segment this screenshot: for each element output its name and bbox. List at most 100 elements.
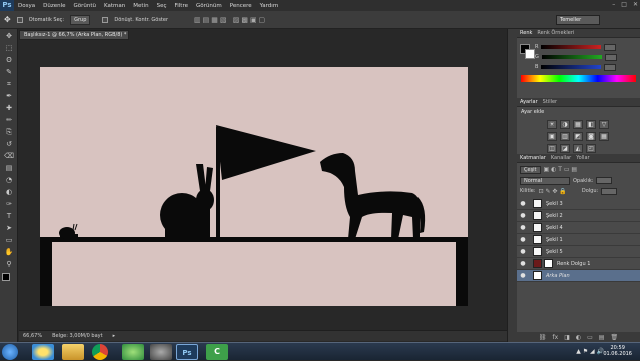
adjustment-icon[interactable]: ◩ [573,132,583,141]
start-button[interactable] [2,344,18,360]
workspace-select[interactable]: Temeller [556,15,600,25]
lock-icons[interactable]: ⊡ ✎ ✥ 🔒 [539,188,567,195]
tab-adjustments[interactable]: Ayarlar [520,99,538,105]
menu-item[interactable]: Görüntü [69,3,100,9]
adjustment-icon[interactable]: ▦ [599,132,609,141]
healing-tool-icon[interactable]: ✚ [2,103,16,113]
type-tool-icon[interactable]: T [2,211,16,221]
zoom-level[interactable]: 66,67% [23,333,42,339]
channel-value[interactable] [604,53,617,61]
layer-row[interactable]: ● Renk Dolgu 1 [517,258,640,270]
zoom-tool-icon[interactable]: ⚲ [2,259,16,269]
history-brush-tool-icon[interactable]: ↺ [2,139,16,149]
layer-filter-dropdown[interactable]: Çeşit [520,165,541,174]
adjustment-icon[interactable]: ▥ [560,132,570,141]
layer-row[interactable]: ● Şekil 4 [517,222,640,234]
lasso-tool-icon[interactable]: ʘ [2,55,16,65]
dodge-tool-icon[interactable]: ◐ [2,187,16,197]
move-tool-icon[interactable]: ✥ [2,31,16,41]
document-tab[interactable]: Başlıksız-1 @ 66,7% (Arka Plan, RGB/8) *… [19,30,129,47]
hand-tool-icon[interactable]: ✋ [2,247,16,257]
gradient-tool-icon[interactable]: ▤ [2,163,16,173]
clock[interactable]: 20:59 01.06.2016 [603,345,632,357]
align-icons[interactable]: ▥▤▦▧ ▨▩▣▢ [194,16,267,24]
visibility-eye-icon[interactable]: ● [517,200,529,207]
adjustment-icon[interactable]: ◙ [586,132,596,141]
transform-controls-checkbox[interactable] [102,16,109,23]
layers-footer-icon[interactable]: ▤ [599,334,605,341]
opacity-field[interactable] [596,177,613,184]
layer-row[interactable]: ● Şekil 5 [517,246,640,258]
adjustment-icon[interactable]: ◰ [586,144,596,153]
tab-layers[interactable]: Katmanlar [520,155,546,161]
layers-footer-icon[interactable]: ⛓ [539,334,547,341]
visibility-eye-icon[interactable]: ● [517,224,529,231]
layers-footer-icon[interactable]: fx [553,334,559,341]
color-swatches[interactable] [2,273,15,289]
layer-row[interactable]: ● Arka Plan [517,270,640,282]
adjustment-icon[interactable]: ◪ [560,144,570,153]
menu-item[interactable]: Dosya [14,3,39,9]
adjustment-icon[interactable]: ◧ [586,120,596,129]
quick-select-tool-icon[interactable]: ✎ [2,67,16,77]
adjustment-icon[interactable]: ▽ [599,120,609,129]
channel-slider[interactable] [541,65,602,69]
taskbar-photoshop-icon[interactable]: Ps [176,344,198,360]
tab-paths[interactable]: Yollar [576,155,589,161]
background-swatch[interactable] [525,49,535,59]
menu-item[interactable]: Metin [129,3,152,9]
filter-icons[interactable]: ▣ ◐ T ▭ ▤ [544,166,578,173]
maximize-icon[interactable]: □ [621,1,627,8]
menu-item[interactable]: Pencere [226,3,256,9]
fill-field[interactable] [601,187,618,195]
adjustment-icon[interactable]: ▣ [547,132,557,141]
adjustment-icon[interactable]: ◭ [573,144,583,153]
blur-tool-icon[interactable]: ◔ [2,175,16,185]
channel-slider[interactable] [541,55,602,59]
document-canvas[interactable] [40,67,468,306]
tab-channels[interactable]: Kanallar [551,155,571,161]
tab-color[interactable]: Renk [520,30,532,36]
menu-item[interactable]: Seç [153,3,171,9]
menu-item[interactable]: Yardım [256,3,283,9]
visibility-eye-icon[interactable]: ● [517,212,529,219]
adjustment-icon[interactable]: ◫ [547,144,557,153]
path-select-tool-icon[interactable]: ➤ [2,223,16,233]
auto-select-checkbox[interactable] [16,16,23,23]
move-tool-icon[interactable]: ✥ [4,15,11,24]
minimize-icon[interactable]: – [612,1,615,8]
channel-value[interactable] [604,63,617,71]
system-tray[interactable]: ▲ ⚑ ◢ 🔊 [576,348,604,355]
visibility-eye-icon[interactable]: ● [517,260,529,267]
shape-tool-icon[interactable]: ▭ [2,235,16,245]
eyedropper-tool-icon[interactable]: ✒ [2,91,16,101]
channel-value[interactable] [604,43,617,51]
adjustment-icon[interactable]: ◑ [560,120,570,129]
eraser-tool-icon[interactable]: ⌫ [2,151,16,161]
channel-slider[interactable] [541,45,602,49]
tab-styles[interactable]: Stiller [543,99,557,105]
auto-select-dropdown[interactable]: Grup [70,14,91,25]
taskbar-app-icon[interactable] [150,344,172,360]
taskbar-explorer-icon[interactable] [62,344,84,360]
adjustment-icon[interactable]: ☀ [547,120,557,129]
taskbar-chrome-icon[interactable] [92,344,108,360]
taskbar-ie-icon[interactable] [32,344,54,360]
layer-row[interactable]: ● Şekil 1 [517,234,640,246]
tab-swatches[interactable]: Renk Örnekleri [537,30,574,36]
menu-item[interactable]: Düzenle [39,3,69,9]
adjustment-icon[interactable]: ▦ [573,120,583,129]
layers-footer-icon[interactable]: ◐ [576,334,581,341]
blend-mode-dropdown[interactable]: Normal [520,176,570,185]
layers-footer-icon[interactable]: 🗑 [610,334,618,341]
brush-tool-icon[interactable]: ✏ [2,115,16,125]
layers-footer-icon[interactable]: ▭ [587,334,593,341]
layer-row[interactable]: ● Şekil 2 [517,210,640,222]
visibility-eye-icon[interactable]: ● [517,248,529,255]
menu-item[interactable]: Katman [100,3,129,9]
marquee-tool-icon[interactable]: ⬚ [2,43,16,53]
pen-tool-icon[interactable]: ✑ [2,199,16,209]
clone-stamp-tool-icon[interactable]: ⎘ [2,127,16,137]
status-arrow-icon[interactable]: ▸ [113,333,116,339]
crop-tool-icon[interactable]: ⌗ [2,79,16,89]
